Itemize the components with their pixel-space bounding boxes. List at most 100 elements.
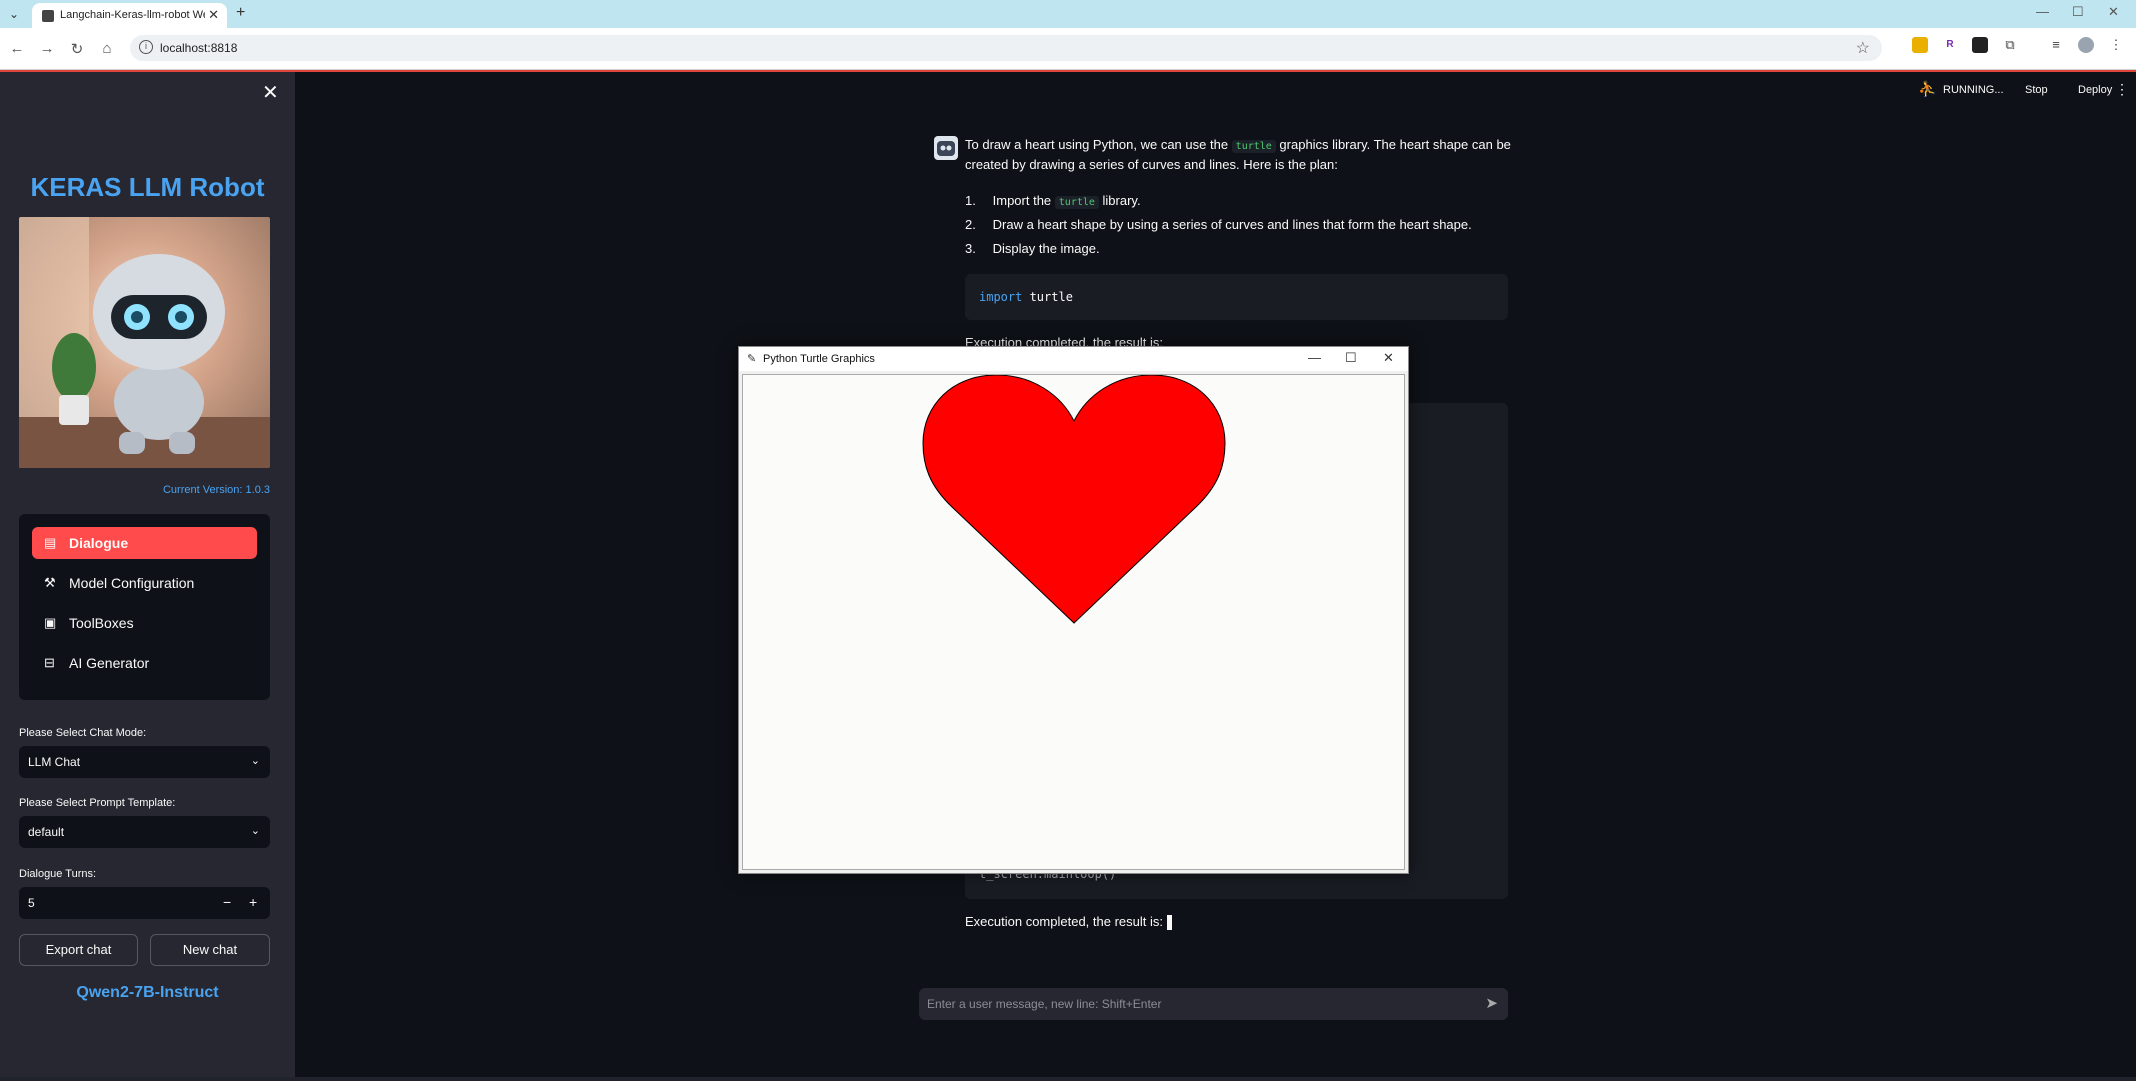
code-keyword: import xyxy=(979,290,1023,304)
turtle-drawing xyxy=(922,374,1226,624)
list-number: 3. xyxy=(965,241,976,256)
list-item: 2. Draw a heart shape by using a series … xyxy=(965,215,1472,235)
chat-icon: ▤ xyxy=(44,535,57,550)
decrement-button[interactable]: − xyxy=(223,894,231,910)
chat-input[interactable]: Enter a user message, new line: Shift+En… xyxy=(919,988,1508,1020)
turtle-minimize-icon[interactable]: — xyxy=(1308,350,1321,365)
profile-avatar-icon[interactable] xyxy=(2078,37,2094,53)
inline-code: turtle xyxy=(1231,140,1276,153)
nav-item-dialogue[interactable]: ▤ Dialogue xyxy=(32,527,257,559)
code-line: import turtle xyxy=(979,290,1073,304)
turtle-close-icon[interactable]: ✕ xyxy=(1383,350,1394,366)
export-chat-button[interactable]: Export chat xyxy=(19,934,138,966)
execution-result: Execution completed, the result is: xyxy=(965,912,1172,932)
code-text: turtle xyxy=(1022,290,1073,304)
list-text: Import the xyxy=(992,193,1052,208)
turtle-graphics-window[interactable]: ✎ Python Turtle Graphics — ☐ ✕ xyxy=(738,346,1409,874)
deploy-button[interactable]: Deploy xyxy=(2078,84,2112,96)
chat-input-placeholder: Enter a user message, new line: Shift+En… xyxy=(927,997,1162,1011)
dialogue-turns-stepper[interactable]: 5 − + xyxy=(19,887,270,919)
nav-item-label: Dialogue xyxy=(69,535,129,551)
extension-dark-icon[interactable] xyxy=(1972,37,1988,53)
message-text: To draw a heart using Python, we can use… xyxy=(965,137,1229,152)
nav-item-ai-generator[interactable]: ⊟ AI Generator xyxy=(32,647,257,679)
chat-mode-value: LLM Chat xyxy=(28,755,81,769)
media-control-icon[interactable]: ≡ xyxy=(2048,37,2064,53)
chat-mode-select[interactable]: LLM Chat ⌄ xyxy=(19,746,270,778)
nav-item-label: Model Configuration xyxy=(69,575,195,591)
archive-icon: ▣ xyxy=(44,615,57,630)
address-bar: ← → ↻ ⌂ i localhost:8818 ☆ R ⧉ ≡ ⋮ xyxy=(0,28,2136,70)
list-text: Display the image. xyxy=(992,241,1100,256)
heart-shape xyxy=(922,374,1226,624)
turtle-maximize-icon[interactable]: ☐ xyxy=(1345,350,1357,366)
robot-illustration xyxy=(19,217,270,468)
list-item: 1. Import the turtle library. xyxy=(965,191,1141,213)
list-text: library. xyxy=(1102,193,1141,208)
new-tab-button[interactable]: + xyxy=(236,4,245,22)
tab-close-icon[interactable]: ✕ xyxy=(208,7,219,23)
list-item: 3. Display the image. xyxy=(965,239,1100,259)
browser-tab-bar: ⌄ Langchain-Keras-llm-robot We ✕ + — ☐ ✕ xyxy=(0,0,2136,28)
site-info-icon[interactable]: i xyxy=(139,40,153,54)
dialogue-turns-label: Dialogue Turns: xyxy=(19,868,97,880)
chevron-down-icon: ⌄ xyxy=(250,825,260,837)
nav-item-label: ToolBoxes xyxy=(69,615,134,631)
dialogue-turns-value: 5 xyxy=(28,896,35,910)
bottom-edge xyxy=(0,1077,2136,1081)
bookmark-star-icon[interactable]: ☆ xyxy=(1856,38,1870,58)
send-icon[interactable]: ➤ xyxy=(1485,994,1498,1012)
nav-item-label: AI Generator xyxy=(69,655,150,671)
extension-r-icon[interactable]: R xyxy=(1942,37,1958,53)
prompt-template-value: default xyxy=(28,825,65,839)
list-text: Draw a heart shape by using a series of … xyxy=(992,217,1472,232)
nav-menu: ▤ Dialogue ⚒ Model Configuration ▣ ToolB… xyxy=(19,514,270,700)
version-label: Current Version: 1.0.3 xyxy=(162,484,270,496)
prompt-template-select[interactable]: default ⌄ xyxy=(19,816,270,848)
execution-result-text: Execution completed, the result is: xyxy=(965,914,1163,929)
turtle-window-title: Python Turtle Graphics xyxy=(763,353,875,365)
code-block: import turtle xyxy=(965,274,1508,320)
inline-code: turtle xyxy=(1054,196,1099,209)
running-icon: ⛹ xyxy=(1918,81,1937,98)
increment-button[interactable]: + xyxy=(249,894,257,910)
window-close-icon[interactable]: ✕ xyxy=(2108,4,2119,20)
message-line: created by drawing a series of curves an… xyxy=(965,157,1338,172)
bot-face-icon xyxy=(937,141,955,156)
wand-icon: ⚒ xyxy=(44,575,56,590)
sidebar-close-icon[interactable]: ✕ xyxy=(262,80,279,105)
extension-icon[interactable] xyxy=(1912,37,1928,53)
main-menu-icon[interactable]: ⋮ xyxy=(2115,81,2129,98)
app-title: KERAS LLM Robot xyxy=(30,172,265,202)
message-line: To draw a heart using Python, we can use… xyxy=(965,135,1511,157)
chevron-down-icon: ⌄ xyxy=(250,755,260,767)
text-cursor xyxy=(1166,915,1172,931)
home-icon[interactable]: ⌂ xyxy=(98,40,116,57)
robot-image xyxy=(19,217,270,468)
minimize-icon[interactable]: — xyxy=(2036,4,2049,19)
nav-item-toolboxes[interactable]: ▣ ToolBoxes xyxy=(32,607,257,639)
maximize-icon[interactable]: ☐ xyxy=(2072,4,2084,20)
favicon-icon xyxy=(42,10,54,22)
back-icon[interactable]: ← xyxy=(8,40,26,57)
model-name: Qwen2-7B-Instruct xyxy=(76,984,219,1001)
url-field[interactable]: i localhost:8818 ☆ xyxy=(130,35,1882,61)
forward-icon[interactable]: → xyxy=(38,40,56,57)
url-text: localhost:8818 xyxy=(160,41,238,55)
stop-button[interactable]: Stop xyxy=(2025,84,2048,96)
running-status: RUNNING... xyxy=(1943,84,2004,96)
new-chat-button[interactable]: New chat xyxy=(150,934,270,966)
turtle-window-titlebar[interactable]: ✎ Python Turtle Graphics — ☐ ✕ xyxy=(739,347,1408,371)
nav-item-model-configuration[interactable]: ⚒ Model Configuration xyxy=(32,567,257,599)
browser-tab[interactable]: Langchain-Keras-llm-robot We ✕ xyxy=(32,3,227,28)
turtle-canvas xyxy=(742,374,1405,870)
assistant-avatar-icon xyxy=(934,136,958,160)
chat-mode-label: Please Select Chat Mode: xyxy=(19,727,147,739)
feather-icon: ✎ xyxy=(747,353,757,365)
tab-search-icon[interactable]: ⌄ xyxy=(6,6,22,22)
prompt-template-label: Please Select Prompt Template: xyxy=(19,797,176,809)
reload-icon[interactable]: ↻ xyxy=(68,40,86,58)
robot-icon: ⊟ xyxy=(44,655,55,670)
puzzle-extensions-icon[interactable]: ⧉ xyxy=(2002,37,2018,53)
browser-menu-icon[interactable]: ⋮ xyxy=(2108,37,2124,53)
